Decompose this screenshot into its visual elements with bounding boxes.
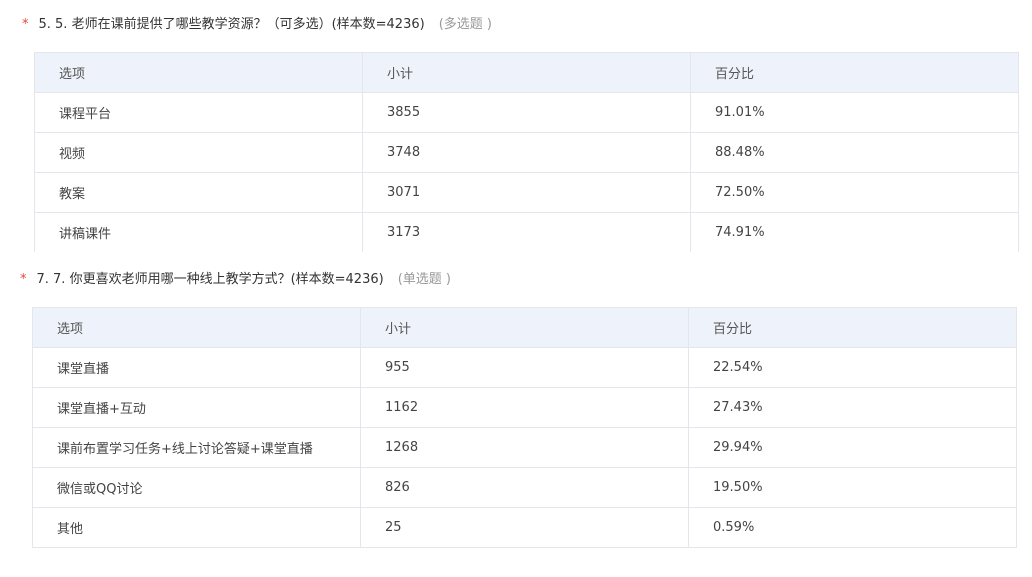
table-row: 微信或QQ讨论 826 19.50% [32, 467, 1017, 508]
count-cell: 3173 [362, 212, 691, 252]
table-row: 课堂直播+互动 1162 27.43% [32, 387, 1017, 428]
percent-cell: 88.48% [690, 132, 1019, 173]
option-cell: 课前布置学习任务+线上讨论答疑+课堂直播 [32, 427, 361, 468]
option-cell: 课堂直播+互动 [32, 387, 361, 428]
table-header-row: 选项 小计 百分比 [34, 52, 1019, 93]
question-type-label: (单选题 ) [397, 272, 451, 287]
count-cell: 1268 [360, 427, 689, 468]
question-text: 5. 5. 老师在课前提供了哪些教学资源？（可多选）(样本数=4236) [38, 17, 425, 32]
table-row: 视频 3748 88.48% [34, 132, 1019, 173]
count-cell: 1162 [360, 387, 689, 428]
table-row: 教案 3071 72.50% [34, 172, 1019, 213]
column-header-count: 小计 [360, 307, 689, 348]
count-cell: 3071 [362, 172, 691, 213]
table-row: 课前布置学习任务+线上讨论答疑+课堂直播 1268 29.94% [32, 427, 1017, 468]
column-header-percent: 百分比 [688, 307, 1017, 348]
option-cell: 其他 [32, 507, 361, 548]
percent-cell: 74.91% [690, 212, 1019, 252]
stats-table: 选项 小计 百分比 课程平台 3855 91.01% 视频 3748 88.48… [34, 52, 1019, 252]
table-row: 其他 25 0.59% [32, 507, 1017, 548]
table-row: 课堂直播 955 22.54% [32, 347, 1017, 388]
percent-cell: 91.01% [690, 92, 1019, 133]
count-cell: 826 [360, 467, 689, 508]
question-7: * 7. 7. 你更喜欢老师用哪一种线上教学方式？(样本数=4236) (单选题 )… [0, 260, 1032, 560]
question-text: 7. 7. 你更喜欢老师用哪一种线上教学方式？(样本数=4236) [36, 272, 384, 287]
question-title: * 5. 5. 老师在课前提供了哪些教学资源？（可多选）(样本数=4236) (多选… [22, 16, 492, 34]
option-cell: 教案 [34, 172, 363, 213]
column-header-option: 选项 [34, 52, 363, 93]
column-header-count: 小计 [362, 52, 691, 93]
stats-table: 选项 小计 百分比 课堂直播 955 22.54% 课堂直播+互动 1162 2… [32, 307, 1017, 548]
column-header-percent: 百分比 [690, 52, 1019, 93]
table-row: 课程平台 3855 91.01% [34, 92, 1019, 133]
column-header-option: 选项 [32, 307, 361, 348]
required-mark: * [20, 272, 27, 287]
table-row: 讲稿课件 3173 74.91% [34, 212, 1019, 252]
percent-cell: 19.50% [688, 467, 1017, 508]
question-title: * 7. 7. 你更喜欢老师用哪一种线上教学方式？(样本数=4236) (单选题 ) [20, 271, 451, 289]
question-5: * 5. 5. 老师在课前提供了哪些教学资源？（可多选）(样本数=4236) (多选… [0, 0, 1032, 260]
option-cell: 微信或QQ讨论 [32, 467, 361, 508]
option-cell: 视频 [34, 132, 363, 173]
percent-cell: 72.50% [690, 172, 1019, 213]
option-cell: 课程平台 [34, 92, 363, 133]
count-cell: 3748 [362, 132, 691, 173]
question-type-label: (多选题 ) [438, 17, 492, 32]
percent-cell: 0.59% [688, 507, 1017, 548]
percent-cell: 29.94% [688, 427, 1017, 468]
table-header-row: 选项 小计 百分比 [32, 307, 1017, 348]
count-cell: 3855 [362, 92, 691, 133]
option-cell: 讲稿课件 [34, 212, 363, 252]
percent-cell: 27.43% [688, 387, 1017, 428]
percent-cell: 22.54% [688, 347, 1017, 388]
option-cell: 课堂直播 [32, 347, 361, 388]
count-cell: 25 [360, 507, 689, 548]
required-mark: * [22, 17, 29, 32]
count-cell: 955 [360, 347, 689, 388]
